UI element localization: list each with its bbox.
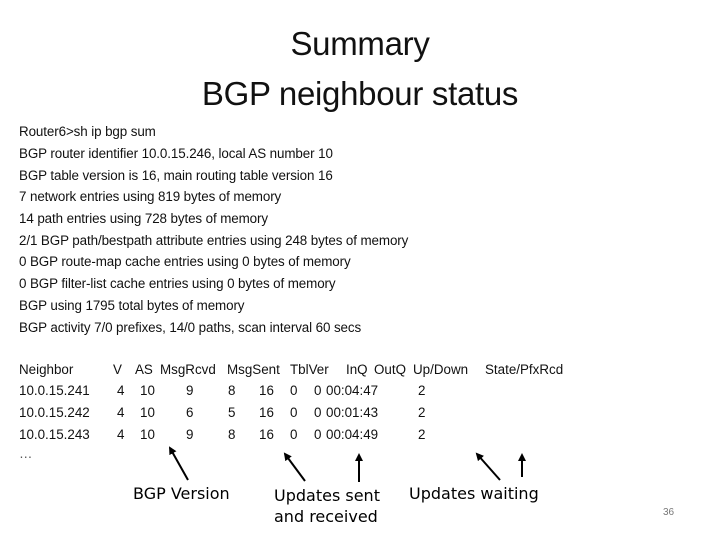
page-number: 36	[663, 507, 675, 518]
annotation-arrows	[169, 446, 526, 482]
label-updates-waiting: Updates waiting	[409, 484, 539, 503]
arrow-bgp-version	[169, 446, 189, 481]
label-updates-sent-line2: and received	[274, 507, 378, 526]
arrow-inq	[475, 452, 501, 481]
arrow-updates-sent	[283, 452, 306, 482]
label-bgp-version: BGP Version	[133, 484, 230, 503]
label-updates-sent-line1: Updates sent	[274, 486, 380, 505]
